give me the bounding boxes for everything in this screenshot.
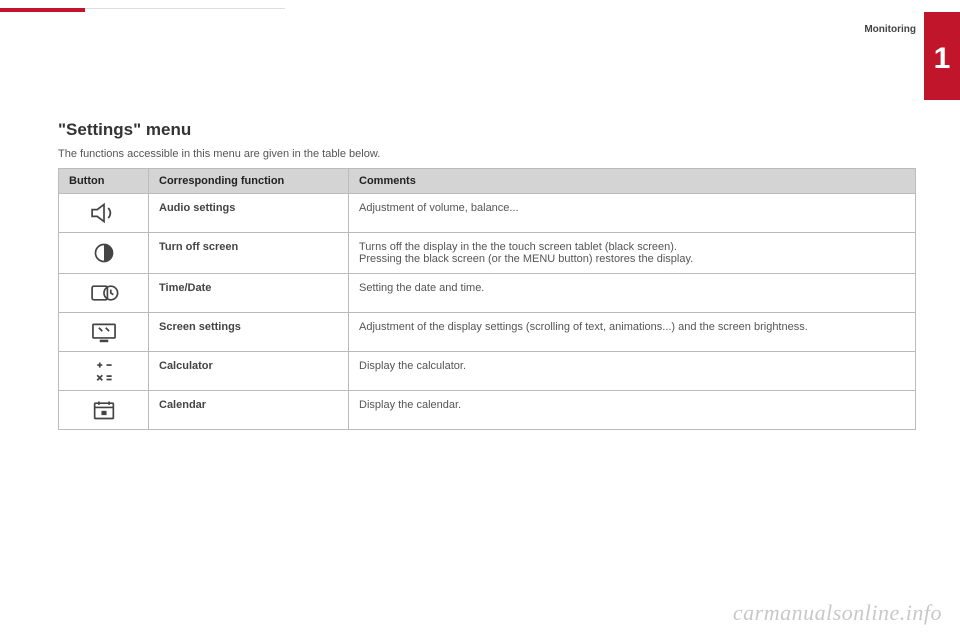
button-cell — [59, 313, 149, 352]
comment-cell: Display the calculator. — [349, 352, 916, 391]
watermark: carmanualsonline.info — [733, 600, 942, 626]
chapter-tab: 1 — [924, 12, 960, 100]
top-accent-gray — [85, 8, 285, 9]
function-cell: Screen settings — [149, 313, 349, 352]
function-cell: Calendar — [149, 391, 349, 430]
header-button: Button — [59, 169, 149, 194]
table-row: Time/Date Setting the date and time. — [59, 274, 916, 313]
clock-icon — [87, 280, 121, 306]
settings-table: Button Corresponding function Comments A… — [58, 168, 916, 430]
function-cell: Calculator — [149, 352, 349, 391]
function-cell: Turn off screen — [149, 233, 349, 274]
content-area: "Settings" menu The functions accessible… — [58, 120, 916, 430]
button-cell — [59, 194, 149, 233]
button-cell — [59, 352, 149, 391]
comment-cell: Display the calendar. — [349, 391, 916, 430]
calendar-icon — [87, 397, 121, 423]
top-accent-bar — [0, 8, 85, 12]
menu-title: "Settings" menu — [58, 120, 916, 140]
header-function: Corresponding function — [149, 169, 349, 194]
comment-cell: Adjustment of the display settings (scro… — [349, 313, 916, 352]
table-row: Turn off screen Turns off the display in… — [59, 233, 916, 274]
table-row: Screen settings Adjustment of the displa… — [59, 313, 916, 352]
intro-text: The functions accessible in this menu ar… — [58, 148, 916, 160]
speaker-icon — [87, 200, 121, 226]
section-label: Monitoring — [864, 24, 916, 35]
function-cell: Audio settings — [149, 194, 349, 233]
button-cell — [59, 391, 149, 430]
screen-settings-icon — [87, 319, 121, 345]
header-comments: Comments — [349, 169, 916, 194]
comment-cell: Adjustment of volume, balance... — [349, 194, 916, 233]
calculator-icon — [87, 358, 121, 384]
chapter-number: 1 — [934, 44, 951, 74]
function-cell: Time/Date — [149, 274, 349, 313]
table-row: Calculator Display the calculator. — [59, 352, 916, 391]
table-row: Audio settings Adjustment of volume, bal… — [59, 194, 916, 233]
contrast-icon — [87, 240, 121, 266]
comment-cell: Setting the date and time. — [349, 274, 916, 313]
table-row: Calendar Display the calendar. — [59, 391, 916, 430]
button-cell — [59, 233, 149, 274]
comment-cell: Turns off the display in the the touch s… — [349, 233, 916, 274]
table-header-row: Button Corresponding function Comments — [59, 169, 916, 194]
button-cell — [59, 274, 149, 313]
